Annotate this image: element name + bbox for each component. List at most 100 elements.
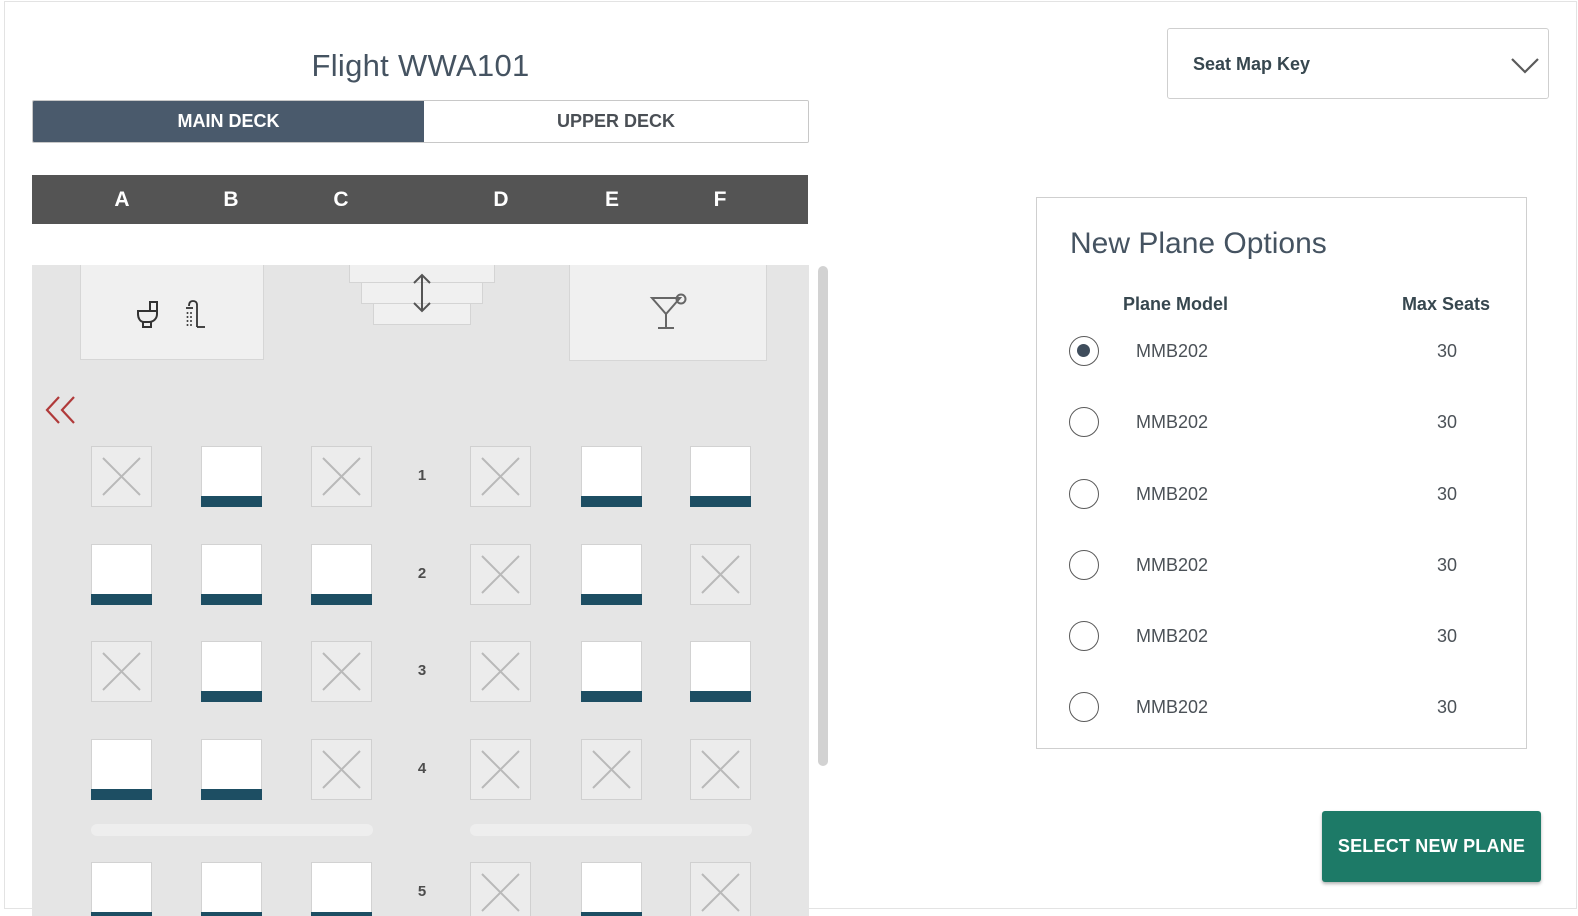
seat-available[interactable] bbox=[91, 862, 152, 916]
plane-model-value: MMB202 bbox=[1136, 484, 1209, 504]
seat-unavailable bbox=[470, 862, 531, 916]
select-new-plane-button[interactable]: SELECT NEW PLANE bbox=[1322, 811, 1541, 882]
plane-model-value: MMB202 bbox=[1136, 555, 1209, 575]
column-label: E bbox=[604, 188, 619, 211]
tab-main-deck[interactable]: MAIN DECK bbox=[33, 101, 424, 142]
seat-unavailable bbox=[470, 446, 531, 507]
radio-selected-dot bbox=[1077, 344, 1090, 357]
x-icon bbox=[102, 652, 141, 691]
x-icon bbox=[322, 652, 361, 691]
seat-unavailable bbox=[470, 641, 531, 702]
max-seats-value: 30 bbox=[1436, 626, 1457, 646]
column-label: F bbox=[713, 188, 727, 211]
seat-unavailable bbox=[690, 862, 751, 916]
seat-available[interactable] bbox=[581, 641, 642, 702]
seat-unavailable bbox=[470, 739, 531, 800]
seat-map-key-label: Seat Map Key bbox=[1193, 54, 1311, 74]
max-seats-value: 30 bbox=[1436, 412, 1457, 432]
deck-tabs: MAIN DECK UPPER DECK bbox=[32, 100, 809, 143]
flight-title: Flight WWA101 bbox=[311, 48, 530, 83]
plane-option-row[interactable]: MMB202 30 bbox=[1037, 403, 1526, 443]
plane-option-row[interactable]: MMB202 30 bbox=[1037, 546, 1526, 586]
seat-available[interactable] bbox=[91, 544, 152, 605]
column-label: D bbox=[493, 188, 509, 211]
seat-unavailable bbox=[311, 446, 372, 507]
plane-option-row[interactable]: MMB202 30 bbox=[1037, 617, 1526, 657]
seat-unavailable bbox=[690, 544, 751, 605]
x-icon bbox=[322, 750, 361, 789]
seat-available[interactable] bbox=[201, 862, 262, 916]
plane-option-radio[interactable] bbox=[1069, 550, 1099, 580]
max-seats-header: Max Seats bbox=[1401, 294, 1490, 314]
plane-model-value: MMB202 bbox=[1136, 626, 1209, 646]
seat-available[interactable] bbox=[690, 641, 751, 702]
seat-unavailable bbox=[91, 641, 152, 702]
chevron-down-icon bbox=[1511, 58, 1539, 74]
seat-available[interactable] bbox=[311, 862, 372, 916]
seat-unavailable bbox=[470, 544, 531, 605]
row-number: 2 bbox=[417, 565, 427, 582]
plane-options-title: New Plane Options bbox=[1070, 227, 1327, 260]
tab-upper-deck[interactable]: UPPER DECK bbox=[424, 101, 808, 142]
plane-model-value: MMB202 bbox=[1136, 697, 1209, 717]
x-icon bbox=[481, 750, 520, 789]
seat-available[interactable] bbox=[581, 862, 642, 916]
seat-unavailable bbox=[91, 446, 152, 507]
plane-model-value: MMB202 bbox=[1136, 341, 1209, 361]
seat-column-header: A B C D E F bbox=[32, 175, 808, 224]
x-icon bbox=[701, 555, 740, 594]
x-icon bbox=[701, 873, 740, 912]
plane-option-row[interactable]: MMB202 30 bbox=[1037, 332, 1526, 372]
column-label: B bbox=[223, 188, 239, 211]
max-seats-value: 30 bbox=[1436, 555, 1457, 575]
seat-available[interactable] bbox=[690, 446, 751, 507]
plane-model-header: Plane Model bbox=[1123, 294, 1229, 314]
seat-available[interactable] bbox=[91, 739, 152, 800]
plane-option-radio[interactable] bbox=[1069, 692, 1099, 722]
seat-unavailable bbox=[311, 641, 372, 702]
seat-unavailable bbox=[311, 739, 372, 800]
x-icon bbox=[102, 457, 141, 496]
seat-available[interactable] bbox=[201, 446, 262, 507]
x-icon bbox=[481, 555, 520, 594]
max-seats-value: 30 bbox=[1436, 484, 1457, 504]
exit-row-divider bbox=[91, 824, 373, 836]
x-icon bbox=[701, 750, 740, 789]
plane-option-row[interactable]: MMB202 30 bbox=[1037, 688, 1526, 728]
shower-icon bbox=[186, 300, 205, 328]
bar-facility bbox=[569, 265, 767, 361]
seat-map-key-dropdown[interactable]: Seat Map Key bbox=[1167, 28, 1549, 99]
seat-unavailable bbox=[581, 739, 642, 800]
seat-available[interactable] bbox=[311, 544, 372, 605]
seat-available[interactable] bbox=[201, 641, 262, 702]
x-icon bbox=[481, 457, 520, 496]
column-label: A bbox=[114, 188, 130, 211]
x-icon bbox=[481, 873, 520, 912]
lavatory-facility bbox=[80, 265, 264, 360]
plane-option-radio[interactable] bbox=[1069, 479, 1099, 509]
column-label: C bbox=[333, 188, 349, 211]
up-down-arrow-icon bbox=[413, 273, 431, 313]
x-icon bbox=[481, 652, 520, 691]
row-number: 4 bbox=[417, 760, 427, 777]
seat-available[interactable] bbox=[201, 544, 262, 605]
plane-option-radio[interactable] bbox=[1069, 621, 1099, 651]
seat-available[interactable] bbox=[581, 446, 642, 507]
max-seats-value: 30 bbox=[1436, 697, 1457, 717]
max-seats-value: 30 bbox=[1436, 341, 1457, 361]
cocktail-icon bbox=[649, 293, 687, 329]
seat-available[interactable] bbox=[581, 544, 642, 605]
exit-row-divider bbox=[470, 824, 752, 836]
plane-option-row[interactable]: MMB202 30 bbox=[1037, 475, 1526, 515]
plane-option-radio[interactable] bbox=[1069, 336, 1099, 366]
seat-available[interactable] bbox=[201, 739, 262, 800]
collapse-icon[interactable] bbox=[43, 393, 79, 427]
x-icon bbox=[592, 750, 631, 789]
seat-map-cabin: 1 2 3 4 5 bbox=[32, 265, 809, 916]
plane-option-radio[interactable] bbox=[1069, 407, 1099, 437]
plane-options-panel: New Plane Options Plane Model Max Seats … bbox=[1036, 197, 1527, 749]
row-number: 5 bbox=[417, 883, 427, 900]
row-number: 3 bbox=[417, 662, 427, 679]
seat-map-scrollbar[interactable] bbox=[818, 266, 828, 766]
toilet-icon bbox=[137, 301, 158, 328]
